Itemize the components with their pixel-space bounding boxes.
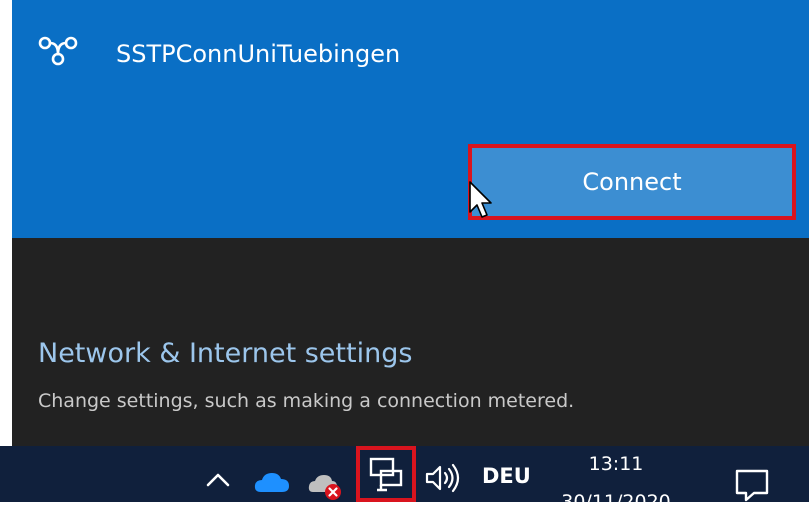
taskbar: DEU 13:11 30/11/2020 bbox=[0, 446, 809, 513]
network-icon bbox=[369, 457, 403, 492]
clock-time: 13:11 bbox=[588, 453, 644, 475]
network-settings-link[interactable]: Network & Internet settings bbox=[38, 336, 412, 372]
input-language-indicator[interactable]: DEU bbox=[482, 464, 531, 488]
network-flyout: SSTPConnUniTuebingen Connect Network & I… bbox=[12, 0, 809, 446]
mouse-cursor-icon bbox=[469, 181, 492, 218]
network-settings-description: Change settings, such as making a connec… bbox=[38, 390, 575, 412]
connect-button[interactable]: Connect bbox=[468, 144, 796, 220]
vpn-icon bbox=[38, 36, 78, 66]
clock-date: 30/11/2020 bbox=[561, 491, 671, 513]
onedrive-icon[interactable] bbox=[252, 470, 292, 494]
network-tray-button[interactable] bbox=[356, 446, 416, 502]
chevron-up-icon[interactable] bbox=[200, 458, 236, 502]
vpn-connection-name: SSTPConnUniTuebingen bbox=[116, 40, 401, 68]
vpn-connection-card[interactable]: SSTPConnUniTuebingen Connect bbox=[12, 0, 809, 238]
connect-button-label: Connect bbox=[582, 168, 682, 196]
volume-icon[interactable] bbox=[422, 458, 466, 498]
cloud-error-icon[interactable] bbox=[306, 466, 346, 502]
settings-panel: Network & Internet settings Change setti… bbox=[12, 238, 809, 446]
action-center-icon[interactable] bbox=[732, 468, 772, 502]
taskbar-clock[interactable]: 13:11 30/11/2020 bbox=[556, 452, 676, 514]
